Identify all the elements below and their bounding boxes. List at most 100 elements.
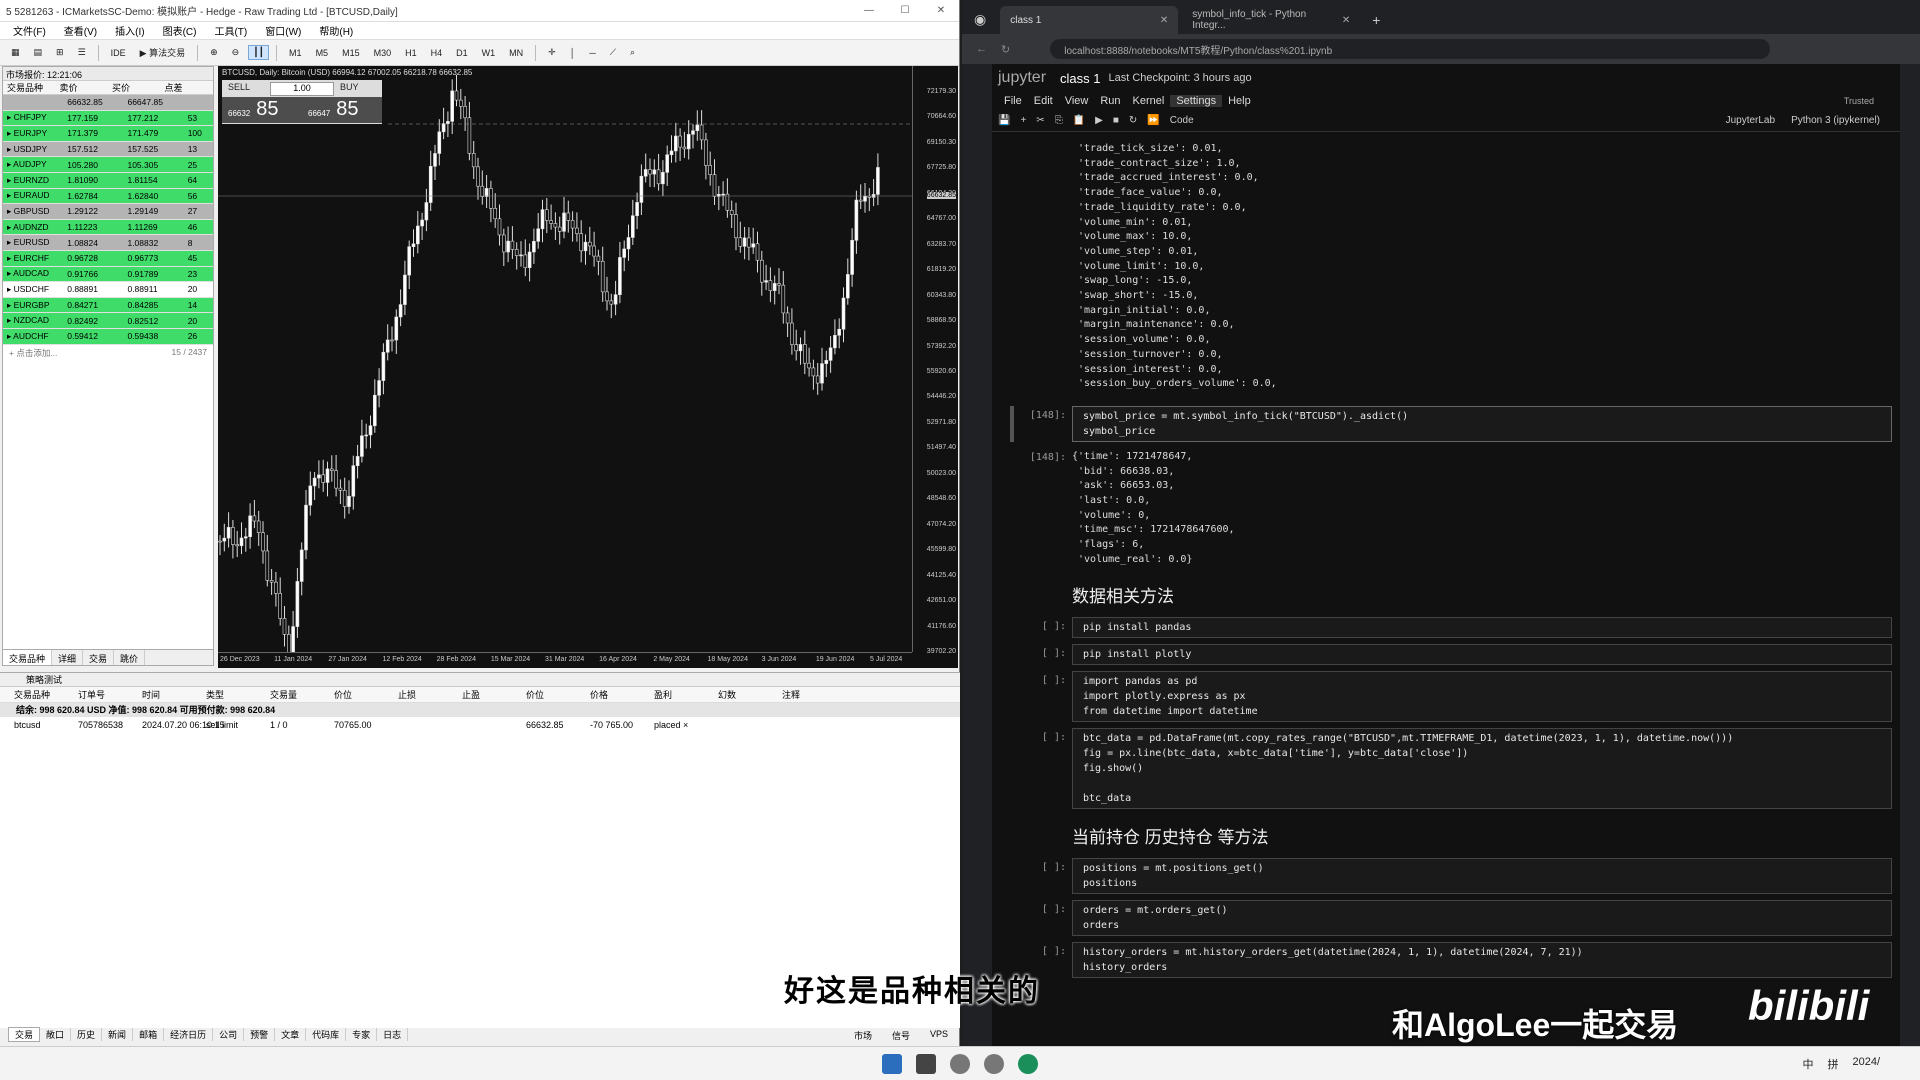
menu-file[interactable]: 文件(F) (4, 23, 55, 38)
code-cell-148[interactable]: [148]: symbol_price = mt.symbol_info_tic… (1010, 405, 1900, 442)
menu-help[interactable]: 帮助(H) (310, 23, 362, 38)
jupyterlab-link[interactable]: JupyterLab (1726, 115, 1775, 126)
algo-trading-button[interactable]: ▶ 算法交易 (135, 44, 190, 61)
watch-row[interactable]: 66632.85 66647.85 (3, 95, 213, 111)
status-market[interactable]: 市场 (854, 1029, 872, 1042)
order-col[interactable]: 价格 (590, 688, 654, 701)
menu-window[interactable]: 窗口(W) (256, 23, 310, 38)
cut-icon[interactable]: ✂ (1036, 115, 1044, 126)
watch-row[interactable]: ▸ USDJPY 157.512 157.525 13 (3, 141, 213, 158)
col-bid[interactable]: 卖价 (56, 81, 109, 94)
notebook-title[interactable]: class 1 (1060, 71, 1100, 86)
tab-details[interactable]: 详细 (52, 650, 84, 665)
reload-icon[interactable]: ↻ (1001, 43, 1010, 56)
trusted-badge[interactable]: Trusted (1838, 96, 1880, 106)
watch-row[interactable]: ▸ USDCHF 0.88891 0.88911 20 (3, 282, 213, 298)
zoom-in-icon[interactable]: ⊕ (205, 45, 223, 60)
menu-tools[interactable]: 工具(T) (205, 23, 256, 38)
order-col[interactable]: 时间 (142, 688, 206, 701)
restart-icon[interactable]: ↻ (1129, 115, 1137, 126)
buy-price[interactable]: 66647 85 (302, 97, 382, 123)
sell-price[interactable]: 66632 85 (222, 97, 302, 123)
sell-button[interactable]: SELL (222, 80, 270, 97)
app-taskbar-icon[interactable] (950, 1053, 970, 1074)
col-spread[interactable]: 点差 (161, 81, 214, 94)
start-icon[interactable] (882, 1053, 902, 1074)
watch-row[interactable]: ▸ NZDCAD 0.82492 0.82512 20 (3, 313, 213, 329)
paste-icon[interactable]: 📋 (1073, 115, 1085, 126)
toolbox-tab[interactable]: 敞口 (40, 1027, 72, 1041)
ide-button[interactable]: IDE (106, 46, 131, 60)
fast-forward-icon[interactable]: ⏩ (1147, 115, 1159, 126)
col-ask[interactable]: 买价 (108, 81, 161, 94)
code-cell-orders[interactable]: [ ]: orders = mt.orders_get() orders (1020, 899, 1900, 936)
maximize-button[interactable]: ☐ (887, 5, 923, 16)
candles-icon[interactable]: ┃┃ (248, 45, 270, 60)
timeframe-h1[interactable]: H1 (400, 46, 422, 60)
order-col[interactable]: 类型 (206, 688, 270, 701)
order-col[interactable]: 价位 (526, 688, 590, 701)
code-cell-positions[interactable]: [ ]: positions = mt.positions_get() posi… (1020, 857, 1900, 894)
timeframe-h4[interactable]: H4 (426, 46, 448, 60)
order-col[interactable]: 订单号 (78, 688, 142, 701)
toolbox-tab[interactable]: 公司 (213, 1027, 245, 1041)
cell-code[interactable]: orders = mt.orders_get() orders (1072, 899, 1892, 936)
cell-code[interactable]: import pandas as pd import plotly.expres… (1072, 670, 1892, 722)
tab-ticks[interactable]: 跳价 (114, 650, 146, 665)
col-symbol[interactable]: 交易品种 (3, 81, 56, 94)
toolbox-tab[interactable]: 经济日历 (164, 1027, 214, 1041)
cell-code[interactable]: history_orders = mt.history_orders_get(d… (1072, 941, 1892, 978)
app-taskbar-icon[interactable] (984, 1053, 1004, 1074)
jmenu-view[interactable]: View (1059, 95, 1095, 107)
order-col[interactable]: 止损 (398, 688, 462, 701)
toolbox-tab[interactable]: 专家 (346, 1027, 378, 1041)
browser-taskbar-icon[interactable] (1018, 1053, 1038, 1074)
code-cell-btc-data[interactable]: [ ]: btc_data = pd.DataFrame(mt.copy_rat… (1020, 727, 1900, 809)
horizontal-line-icon[interactable]: ─ (584, 46, 600, 60)
browser-tab-docs[interactable]: symbol_info_tick - Python Integr... ✕ (1182, 6, 1360, 34)
toolbox-tab[interactable]: 交易 (8, 1026, 41, 1042)
code-cell-pip-plotly[interactable]: [ ]: pip install plotly (1020, 643, 1900, 665)
toolbox-tab[interactable]: 日志 (377, 1027, 409, 1041)
copy-icon[interactable]: ⎘ (1055, 115, 1063, 126)
jmenu-file[interactable]: File (998, 95, 1028, 107)
toolbox-tab[interactable]: 代码库 (306, 1027, 347, 1041)
timeframe-w1[interactable]: W1 (477, 46, 501, 60)
jmenu-help[interactable]: Help (1222, 95, 1257, 107)
cell-code[interactable]: symbol_price = mt.symbol_info_tick("BTCU… (1072, 405, 1892, 442)
watch-row[interactable]: ▸ AUDCAD 0.91766 0.91789 23 (3, 266, 213, 283)
order-col[interactable]: 注释 (782, 688, 846, 701)
lot-size-input[interactable]: 1.00 (270, 82, 334, 96)
cell-code[interactable]: positions = mt.positions_get() positions (1072, 857, 1892, 894)
code-cell-pip-pandas[interactable]: [ ]: pip install pandas (1020, 616, 1900, 638)
jmenu-settings[interactable]: Settings (1170, 95, 1223, 107)
minimize-button[interactable]: — (851, 5, 887, 16)
crosshair-icon[interactable]: ✛ (543, 45, 561, 60)
order-col[interactable]: 幻数 (718, 688, 782, 701)
timeframe-mn[interactable]: MN (504, 46, 528, 60)
navigator-icon[interactable]: ☰ (73, 45, 91, 60)
save-icon[interactable]: 💾 (998, 115, 1010, 126)
stop-icon[interactable]: ■ (1113, 115, 1119, 126)
new-tab-icon[interactable]: + (1372, 12, 1380, 28)
jupyter-logo[interactable]: jupyter (998, 69, 1046, 87)
ime-mode[interactable]: 拼 (1827, 1056, 1838, 1072)
back-icon[interactable]: ← (976, 43, 987, 55)
toolbox-tab[interactable]: 历史 (71, 1027, 103, 1041)
order-col[interactable]: 交易量 (270, 688, 334, 701)
browser-tab-class1[interactable]: class 1 ✕ (1000, 6, 1179, 34)
status-signals[interactable]: 信号 (892, 1029, 910, 1042)
toolbox-tab[interactable]: 新闻 (102, 1027, 134, 1041)
vertical-line-icon[interactable]: │ (565, 46, 581, 60)
toolbox-tab[interactable]: 文章 (275, 1027, 307, 1041)
order-col[interactable]: 盈利 (654, 688, 718, 701)
timeframe-m30[interactable]: M30 (369, 46, 397, 60)
mt5-taskbar-icon[interactable] (916, 1053, 936, 1074)
watch-row[interactable]: ▸ CHFJPY 177.159 177.212 53 (3, 110, 213, 127)
code-cell-history[interactable]: [ ]: history_orders = mt.history_orders_… (1020, 941, 1900, 978)
close-tab-icon[interactable]: ✕ (1160, 15, 1168, 26)
cell-code[interactable]: btc_data = pd.DataFrame(mt.copy_rates_ra… (1072, 727, 1892, 809)
timeframe-m5[interactable]: M5 (311, 46, 334, 60)
watch-row[interactable]: ▸ AUDNZD 1.11223 1.11269 46 (3, 219, 213, 236)
close-tab-icon[interactable]: ✕ (1342, 15, 1350, 26)
